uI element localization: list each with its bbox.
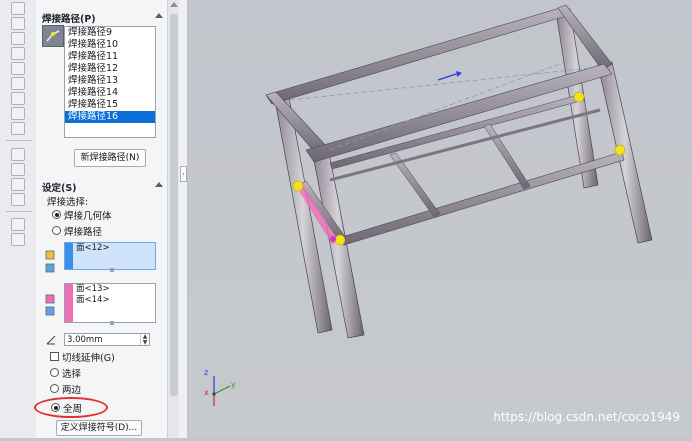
face-set2-secondary-icon (45, 306, 55, 316)
tool-icon[interactable] (11, 163, 25, 176)
tool-icon[interactable] (11, 32, 25, 45)
face-set1-secondary-icon (45, 263, 55, 273)
z-axis-label: z (204, 368, 209, 377)
graphics-viewport[interactable]: z y x https://blog.csdn.net/coco1949 (188, 0, 692, 438)
y-axis-icon (213, 385, 231, 395)
set2-color-stripe (65, 284, 73, 322)
radio-both-sides[interactable] (50, 384, 59, 393)
weld-size-value: 3.00mm (67, 335, 103, 345)
weld-bead (573, 91, 585, 103)
tool-icon[interactable] (11, 107, 25, 120)
face-set1-icon (45, 250, 55, 260)
scroll-up-arrow-icon[interactable] (170, 2, 178, 7)
annotation-ellipse (34, 397, 108, 418)
panel-splitter[interactable]: › (179, 0, 188, 438)
weld-path-marker (329, 235, 337, 243)
blue-arrow-icon (437, 73, 457, 81)
list-item[interactable]: 焊接路径10 (65, 39, 155, 51)
settings-section-title[interactable]: 设定(S) (42, 180, 77, 194)
list-item[interactable]: 焊接路径11 (65, 51, 155, 63)
tool-icon[interactable] (11, 218, 25, 231)
tool-icon[interactable] (11, 92, 25, 105)
weld-bead (292, 180, 304, 192)
weld-path-list[interactable]: 焊接路径9 焊接路径10 焊接路径11 焊接路径12 焊接路径13 焊接路径14… (64, 26, 156, 138)
list-item[interactable]: 焊接路径13 (65, 75, 155, 87)
lower-back-rail (329, 93, 585, 170)
list-item[interactable]: 焊接路径9 (65, 27, 155, 39)
face-set2-selection-box[interactable]: 面<13> 面<14> (64, 283, 156, 325)
weld-bead (334, 234, 346, 246)
tool-icon[interactable] (11, 122, 25, 135)
define-weld-symbol-button[interactable]: 定义焊接符号(D)... (56, 420, 142, 436)
y-axis-label: y (231, 380, 236, 389)
tool-icon[interactable] (11, 2, 25, 15)
radio-weld-geometry[interactable] (52, 210, 61, 219)
front-right-leg (597, 61, 653, 244)
tool-icon[interactable] (11, 178, 25, 191)
list-item[interactable]: 焊接路径12 (65, 63, 155, 75)
blue-arrowhead-icon (456, 71, 462, 77)
weld-bead (614, 144, 626, 156)
tool-icon[interactable] (11, 77, 25, 90)
tangent-propagation-checkbox[interactable] (50, 352, 59, 361)
weld-size-icon (46, 335, 56, 345)
coordinate-triad: z y x (200, 366, 244, 410)
weld-path-section-title[interactable]: 焊接路径(P) (42, 11, 96, 25)
tool-icon[interactable] (11, 233, 25, 246)
weld-selection-label: 焊接选择: (47, 197, 89, 208)
weld-size-input[interactable]: 3.00mm ▲ ▼ (64, 333, 150, 346)
radio-weld-path-label: 焊接路径 (64, 227, 103, 238)
list-item[interactable]: 焊接路径15 (65, 99, 155, 111)
collapse-icon[interactable] (155, 182, 163, 187)
collapse-panel-arrow-icon[interactable]: › (180, 166, 187, 182)
tool-icon[interactable] (11, 47, 25, 60)
radio-select[interactable] (50, 368, 59, 377)
face-item[interactable]: 面<13> (76, 284, 155, 295)
list-item[interactable]: 焊接路径14 (65, 87, 155, 99)
left-toolstrip (0, 0, 37, 438)
tangent-propagation-label: 切线延伸(G) (62, 353, 115, 364)
radio-weld-geometry-label: 焊接几何体 (64, 211, 112, 222)
set1-color-stripe (65, 243, 73, 269)
face-item[interactable]: 面<12> (76, 243, 155, 254)
tool-icon[interactable] (11, 62, 25, 75)
table-frame-model[interactable] (188, 0, 692, 438)
x-axis-label: x (204, 388, 209, 397)
face-item[interactable]: 面<14> (76, 295, 155, 306)
tool-icon[interactable] (11, 17, 25, 30)
resize-handle[interactable] (110, 268, 114, 272)
list-item-selected[interactable]: 焊接路径16 (65, 111, 155, 123)
new-weld-path-button[interactable]: 新焊接路径(N) (74, 149, 146, 167)
watermark-text: https://blog.csdn.net/coco1949 (493, 410, 680, 424)
tool-icon[interactable] (11, 193, 25, 206)
radio-both-sides-label: 两边 (62, 385, 82, 396)
collapse-icon[interactable] (155, 13, 163, 18)
face-set1-selection-box[interactable]: 面<12> (64, 242, 156, 272)
toolstrip-divider (6, 140, 32, 141)
radio-select-label: 选择 (62, 369, 82, 380)
face-set2-icon (45, 294, 55, 304)
spinner-arrows-icon[interactable]: ▲ ▼ (140, 334, 149, 345)
weld-path-icon (42, 25, 64, 47)
toolstrip-divider (6, 211, 32, 212)
tool-icon[interactable] (11, 148, 25, 161)
scrollbar-thumb[interactable] (170, 14, 178, 396)
radio-weld-path[interactable] (52, 226, 61, 235)
resize-handle[interactable] (110, 321, 114, 325)
